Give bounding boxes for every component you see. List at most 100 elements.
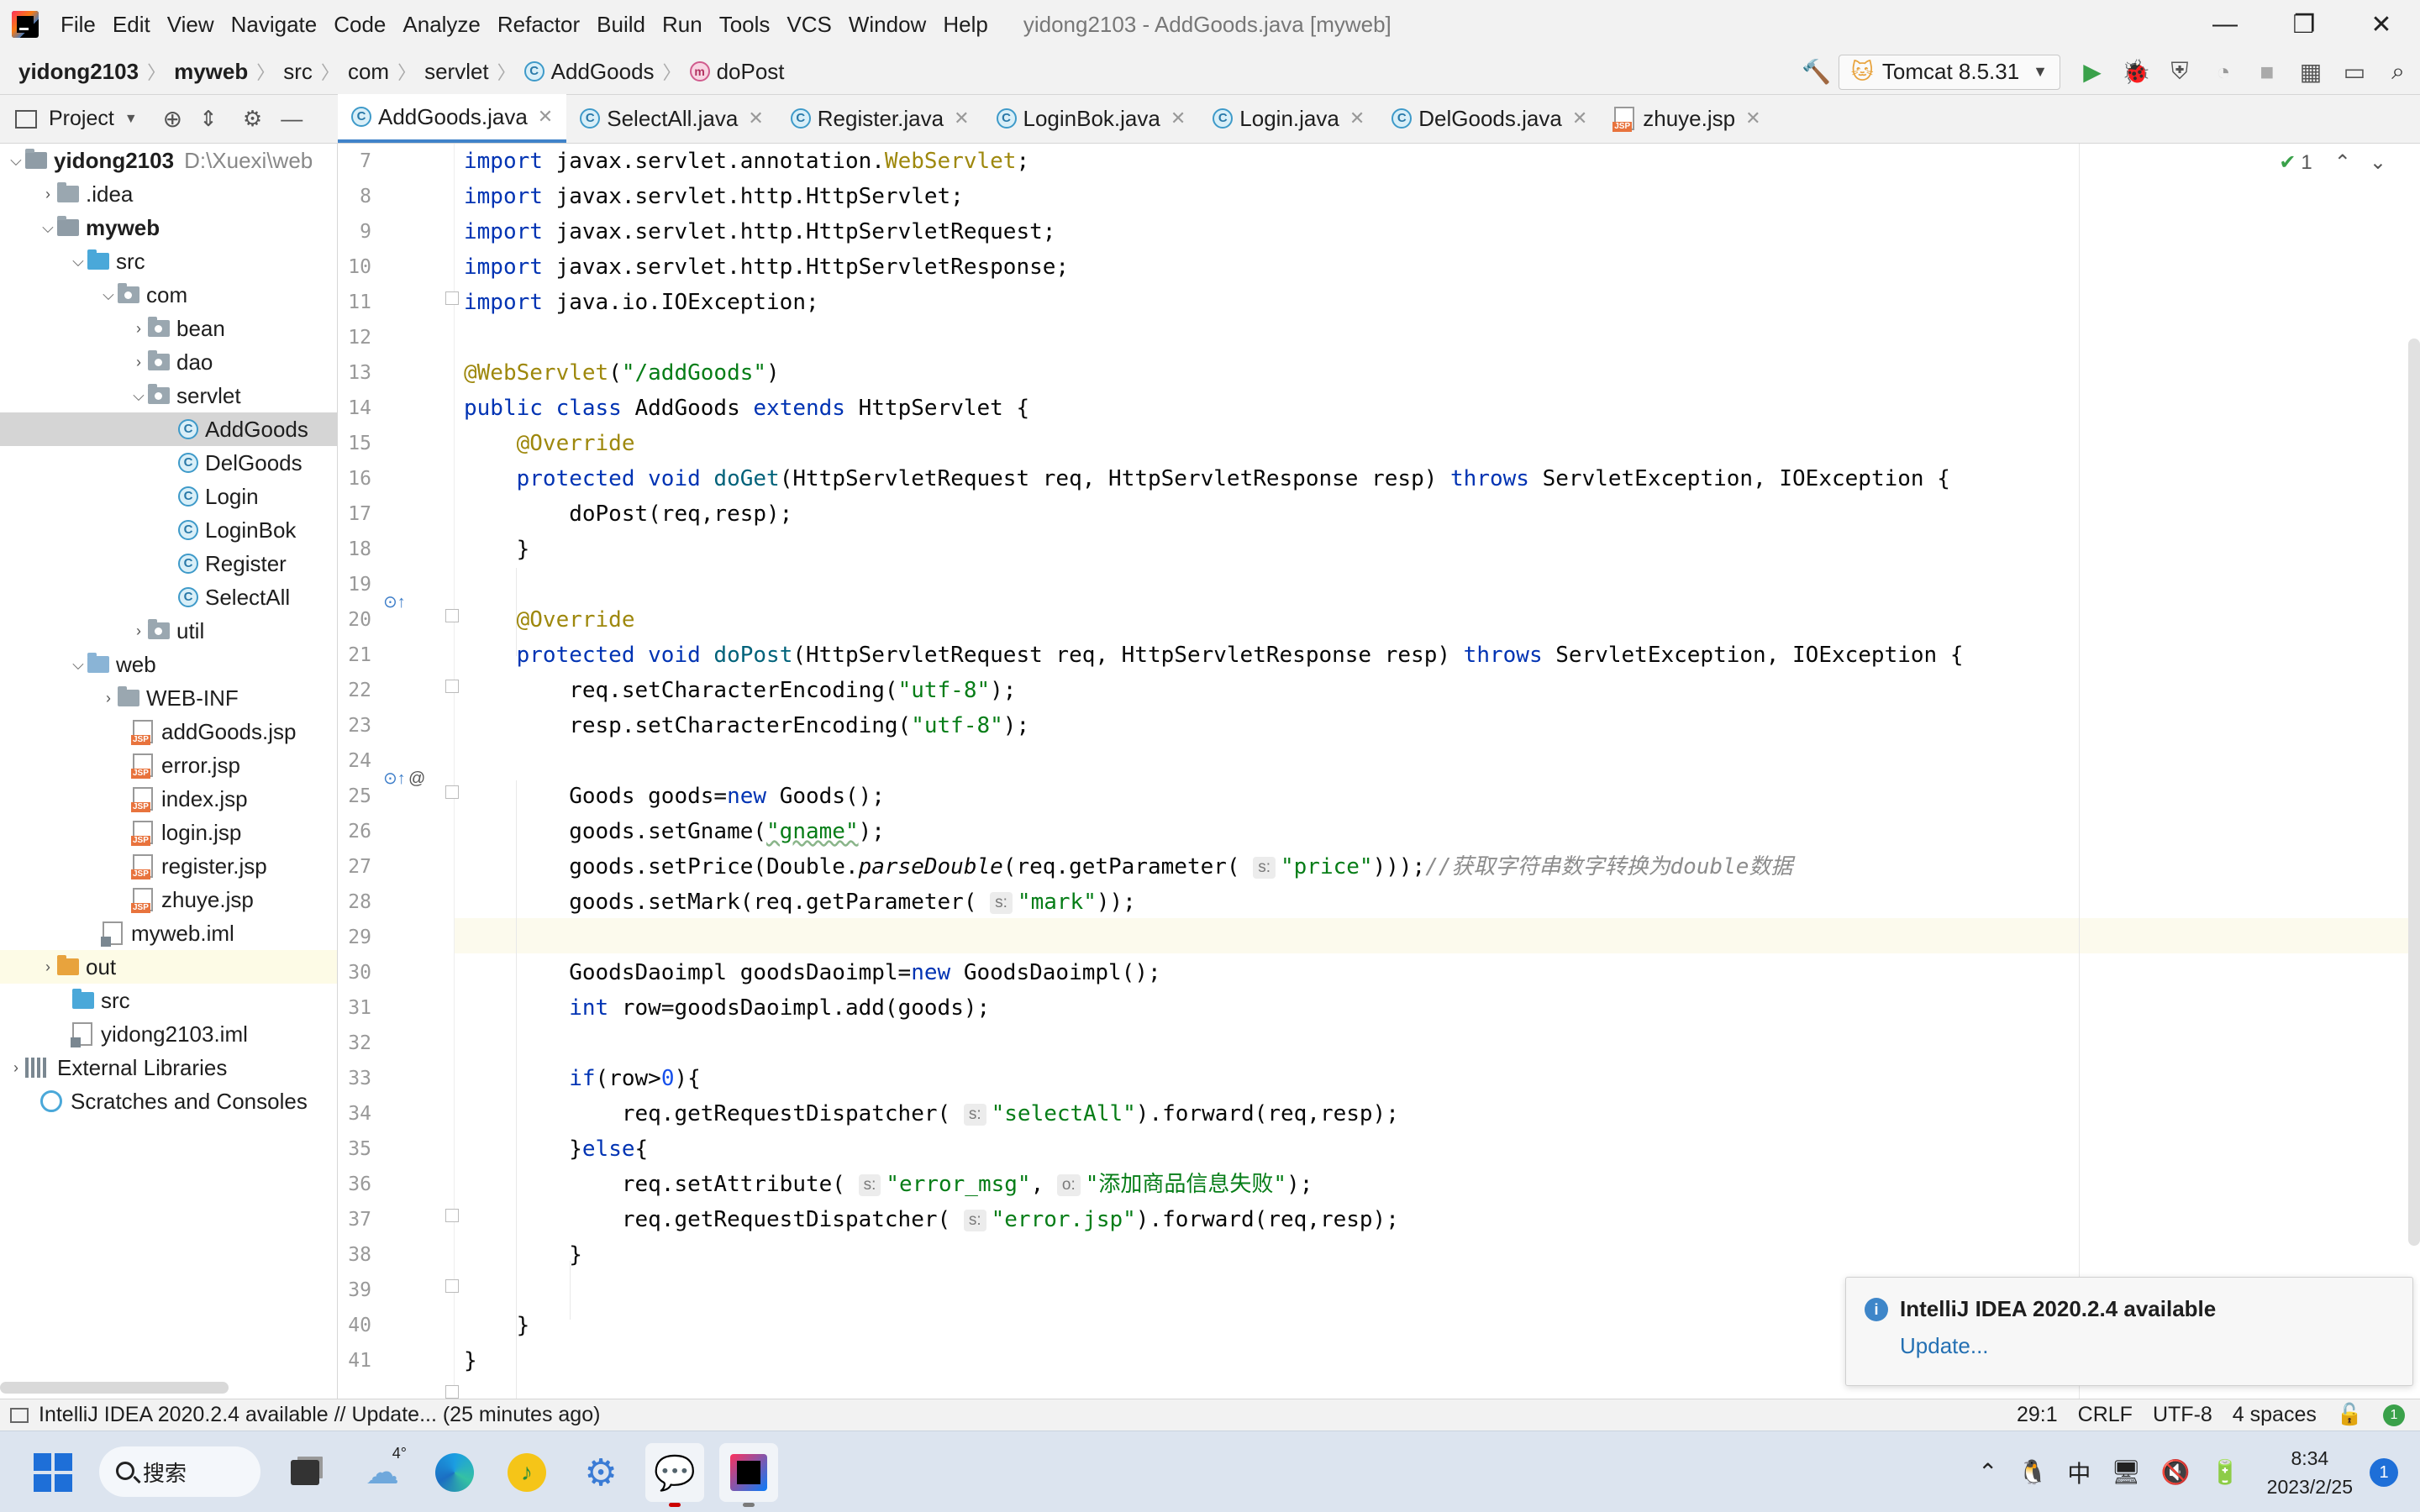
expand-arrow-icon[interactable]: › xyxy=(7,1059,25,1077)
line-number[interactable]: 32 xyxy=(338,1026,371,1061)
menu-edit[interactable]: Edit xyxy=(104,12,159,38)
wechat-icon[interactable]: 💬 xyxy=(645,1443,704,1507)
expand-arrow-icon[interactable]: ⌵ xyxy=(69,253,87,270)
run-configuration-selector[interactable]: 🐱 Tomcat 8.5.31 ▼ xyxy=(1838,54,2060,90)
expand-arrow-icon[interactable]: › xyxy=(129,320,148,338)
tab-register-java[interactable]: C Register.java ✕ xyxy=(777,94,983,143)
annotation-marker-icon[interactable]: @ xyxy=(408,761,425,796)
inspection-widget[interactable]: ✔ 1 ⌃ ⌄ xyxy=(2279,150,2386,175)
menu-view[interactable]: View xyxy=(159,12,223,38)
tree-item-addgoods-jsp[interactable]: addGoods.jsp xyxy=(0,715,337,748)
restore-button[interactable]: ❐ xyxy=(2264,0,2344,49)
clock[interactable]: 8:34 2023/2/25 xyxy=(2267,1444,2353,1501)
fold-icon[interactable] xyxy=(445,1209,459,1222)
tree-item-web-inf[interactable]: › WEB-INF xyxy=(0,681,337,715)
line-number[interactable]: 27 xyxy=(338,849,371,885)
menu-tools[interactable]: Tools xyxy=(711,12,779,38)
line-number[interactable]: 29 xyxy=(338,920,371,955)
tree-item-register-jsp[interactable]: register.jsp xyxy=(0,849,337,883)
layout-icon[interactable]: ▭ xyxy=(2333,53,2376,92)
line-number[interactable]: 16 xyxy=(338,461,371,496)
close-tab-icon[interactable]: ✕ xyxy=(1349,108,1365,129)
tree-item-idea[interactable]: › .idea xyxy=(0,177,337,211)
tree-item-src-root[interactable]: src xyxy=(0,984,337,1017)
notification-count-badge[interactable]: 1 xyxy=(2370,1457,2398,1487)
indent-setting[interactable]: 4 spaces xyxy=(2233,1403,2317,1427)
menu-analyze[interactable]: Analyze xyxy=(394,12,489,38)
tab-login-java[interactable]: C Login.java ✕ xyxy=(1199,94,1378,143)
fold-icon[interactable] xyxy=(445,680,459,693)
line-number[interactable]: 40 xyxy=(338,1308,371,1343)
chevron-up-icon[interactable]: ⌃ xyxy=(2334,150,2351,175)
fold-icon[interactable] xyxy=(445,609,459,622)
tree-item-delgoods[interactable]: C DelGoods xyxy=(0,446,337,480)
tree-item-scratches[interactable]: Scratches and Consoles xyxy=(0,1084,337,1118)
expand-arrow-icon[interactable]: › xyxy=(129,622,148,640)
close-tab-icon[interactable]: ✕ xyxy=(954,108,969,129)
tree-item-login-jsp[interactable]: login.jsp xyxy=(0,816,337,849)
tree-item-external-libraries[interactable]: › External Libraries xyxy=(0,1051,337,1084)
locate-icon[interactable]: ⊕ xyxy=(163,105,182,133)
line-number[interactable]: 19 xyxy=(338,567,371,602)
line-number[interactable]: 14 xyxy=(338,391,371,426)
close-tab-icon[interactable]: ✕ xyxy=(1572,108,1587,129)
line-number[interactable]: 11 xyxy=(338,285,371,320)
battery-icon[interactable]: 🔋 xyxy=(2211,1458,2240,1486)
tree-item-dao[interactable]: › dao xyxy=(0,345,337,379)
intellij-taskbar-icon[interactable] xyxy=(719,1443,778,1507)
coverage-icon[interactable]: ⛨ xyxy=(2158,53,2202,92)
fold-icon[interactable] xyxy=(445,785,459,799)
expand-arrow-icon[interactable]: ⌵ xyxy=(99,286,118,304)
line-number[interactable]: 22 xyxy=(338,673,371,708)
expand-arrow-icon[interactable]: ⌵ xyxy=(69,656,87,674)
line-number[interactable]: 35 xyxy=(338,1131,371,1167)
fold-icon[interactable] xyxy=(445,291,459,305)
search-everywhere-icon[interactable]: ⌕ xyxy=(2376,53,2420,92)
line-number[interactable]: 38 xyxy=(338,1237,371,1273)
expand-arrow-icon[interactable]: ⌵ xyxy=(7,152,25,170)
menu-vcs[interactable]: VCS xyxy=(778,12,839,38)
code-editor[interactable]: 7 8 9 10 11 12 13 14 15 16 17 18 19 20 21 22 23 24 25 26 27 2… xyxy=(338,144,2420,1399)
line-number[interactable]: 9 xyxy=(338,214,371,249)
tool-windows-icon[interactable] xyxy=(10,1407,29,1423)
expand-arrow-icon[interactable]: › xyxy=(39,958,57,976)
tab-loginbok-java[interactable]: C LoginBok.java ✕ xyxy=(983,94,1200,143)
project-view-title[interactable]: Project xyxy=(49,107,114,131)
debug-icon[interactable]: 🐞 xyxy=(2114,53,2158,92)
breadcrumb-module[interactable]: myweb xyxy=(174,59,248,85)
expand-arrow-icon[interactable]: › xyxy=(99,690,118,707)
line-number[interactable]: 37 xyxy=(338,1202,371,1237)
menu-code[interactable]: Code xyxy=(325,12,394,38)
horizontal-scrollbar[interactable] xyxy=(0,1382,229,1394)
network-icon[interactable]: 🖥 xyxy=(2111,1458,2141,1486)
breadcrumb-project[interactable]: yidong2103 xyxy=(18,59,139,85)
run-icon[interactable]: ▶ xyxy=(2070,53,2114,92)
volume-muted-icon[interactable]: 🔇 xyxy=(2161,1458,2191,1486)
close-tab-icon[interactable]: ✕ xyxy=(538,106,553,128)
tab-addgoods-java[interactable]: C AddGoods.java ✕ xyxy=(338,94,567,143)
tree-item-out[interactable]: › out xyxy=(0,950,337,984)
file-encoding[interactable]: UTF-8 xyxy=(2153,1403,2212,1427)
line-number[interactable]: 13 xyxy=(338,355,371,391)
tree-item-src[interactable]: ⌵ src xyxy=(0,244,337,278)
line-number[interactable]: 17 xyxy=(338,496,371,532)
tree-item-addgoods[interactable]: C AddGoods xyxy=(0,412,337,446)
profile-icon[interactable]: ◔ xyxy=(2202,53,2245,92)
caret-position[interactable]: 29:1 xyxy=(2017,1403,2058,1427)
gear-icon[interactable]: ⚙ xyxy=(243,106,262,132)
line-number[interactable]: 24 xyxy=(338,743,371,779)
line-number[interactable]: 30 xyxy=(338,955,371,990)
tree-item-servlet[interactable]: ⌵ servlet xyxy=(0,379,337,412)
line-number[interactable]: 31 xyxy=(338,990,371,1026)
tab-zhuye-jsp[interactable]: zhuye.jsp ✕ xyxy=(1601,94,1774,143)
qq-icon[interactable]: 🐧 xyxy=(2018,1458,2047,1486)
tree-item-register[interactable]: C Register xyxy=(0,547,337,580)
menu-build[interactable]: Build xyxy=(588,12,654,38)
chevron-down-icon[interactable]: ⌄ xyxy=(2370,150,2386,175)
tree-item-error-jsp[interactable]: error.jsp xyxy=(0,748,337,782)
chevron-down-icon[interactable]: ▼ xyxy=(124,112,138,127)
line-number[interactable]: 10 xyxy=(338,249,371,285)
tree-item-util[interactable]: › util xyxy=(0,614,337,648)
menu-window[interactable]: Window xyxy=(840,12,934,38)
status-message[interactable]: IntelliJ IDEA 2020.2.4 available // Upda… xyxy=(39,1403,600,1427)
